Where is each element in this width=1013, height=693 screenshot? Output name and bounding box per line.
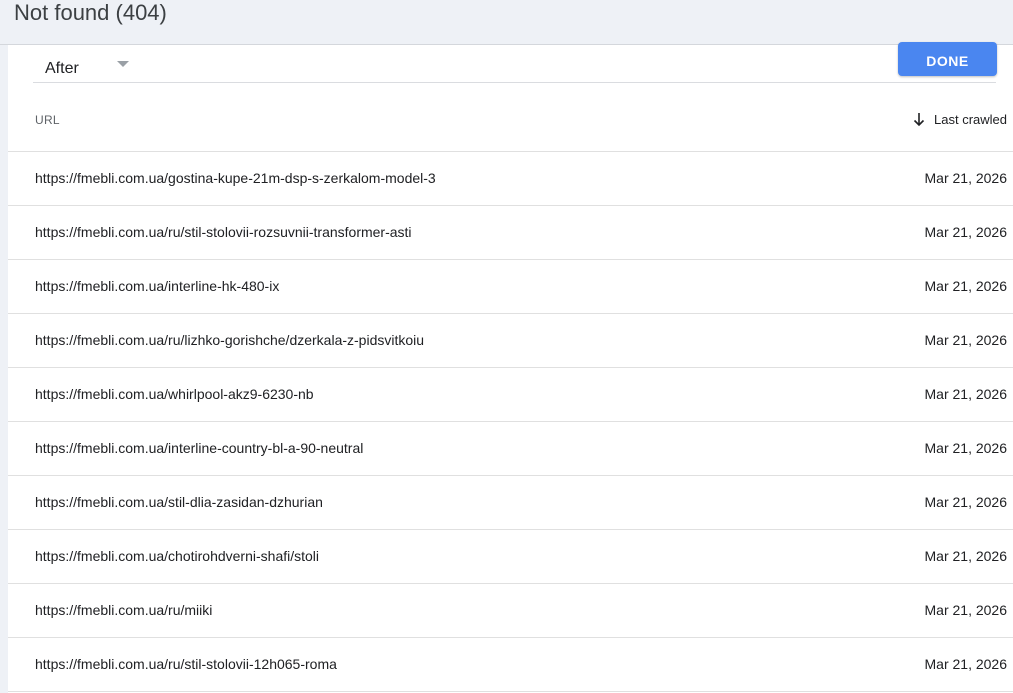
table-row[interactable]: https://fmebli.com.ua/interline-country-… bbox=[8, 422, 1013, 476]
done-button[interactable]: DONE bbox=[898, 42, 997, 76]
table-row[interactable]: https://fmebli.com.ua/ru/lizhko-gorishch… bbox=[8, 314, 1013, 368]
row-url: https://fmebli.com.ua/ru/miiki bbox=[35, 602, 213, 618]
row-last-crawled: Mar 21, 2026 bbox=[924, 494, 1008, 510]
row-url: https://fmebli.com.ua/interline-country-… bbox=[35, 440, 364, 456]
table-row[interactable]: https://fmebli.com.ua/gostina-kupe-21m-d… bbox=[8, 152, 1013, 206]
table-row[interactable]: https://fmebli.com.ua/ru/stil-stolovii-r… bbox=[8, 206, 1013, 260]
filter-underline bbox=[33, 82, 996, 83]
date-filter-value: After bbox=[45, 60, 79, 77]
table-row[interactable]: https://fmebli.com.ua/whirlpool-akz9-623… bbox=[8, 368, 1013, 422]
row-url: https://fmebli.com.ua/ru/lizhko-gorishch… bbox=[35, 332, 425, 348]
date-filter-select[interactable]: After bbox=[45, 58, 79, 80]
row-last-crawled: Mar 21, 2026 bbox=[924, 278, 1008, 294]
row-last-crawled: Mar 21, 2026 bbox=[924, 548, 1008, 564]
dropdown-arrow-icon[interactable] bbox=[117, 61, 129, 67]
row-url: https://fmebli.com.ua/ru/stil-stolovii-1… bbox=[35, 656, 337, 672]
table-row[interactable]: https://fmebli.com.ua/ru/stil-stolovii-1… bbox=[8, 638, 1013, 692]
row-url: https://fmebli.com.ua/stil-dlia-zasidan-… bbox=[35, 494, 323, 510]
table-row[interactable]: https://fmebli.com.ua/ru/miiki Mar 21, 2… bbox=[8, 584, 1013, 638]
row-last-crawled: Mar 21, 2026 bbox=[924, 332, 1008, 348]
table-row[interactable]: https://fmebli.com.ua/stil-dlia-zasidan-… bbox=[8, 476, 1013, 530]
row-last-crawled: Mar 21, 2026 bbox=[924, 224, 1008, 240]
row-last-crawled: Mar 21, 2026 bbox=[924, 656, 1008, 672]
row-url: https://fmebli.com.ua/ru/stil-stolovii-r… bbox=[35, 224, 412, 240]
table-row[interactable]: https://fmebli.com.ua/interline-hk-480-i… bbox=[8, 260, 1013, 314]
url-table-body: https://fmebli.com.ua/gostina-kupe-21m-d… bbox=[8, 152, 1013, 692]
row-last-crawled: Mar 21, 2026 bbox=[924, 602, 1008, 618]
arrow-down-icon bbox=[913, 113, 925, 127]
column-header-last-crawled[interactable]: Last crawled bbox=[912, 111, 1007, 127]
row-last-crawled: Mar 21, 2026 bbox=[924, 386, 1008, 402]
page-title: Not found (404) bbox=[14, 0, 167, 25]
column-header-last-crawled-label: Last crawled bbox=[934, 111, 1007, 127]
row-url: https://fmebli.com.ua/gostina-kupe-21m-d… bbox=[35, 170, 436, 186]
row-url: https://fmebli.com.ua/whirlpool-akz9-623… bbox=[35, 386, 314, 402]
row-last-crawled: Mar 21, 2026 bbox=[924, 170, 1008, 186]
row-last-crawled: Mar 21, 2026 bbox=[924, 440, 1008, 456]
row-url: https://fmebli.com.ua/interline-hk-480-i… bbox=[35, 278, 280, 294]
page-header: Not found (404) bbox=[0, 0, 1013, 45]
table-row[interactable]: https://fmebli.com.ua/chotirohdverni-sha… bbox=[8, 530, 1013, 584]
column-header-url: URL bbox=[35, 113, 60, 127]
row-url: https://fmebli.com.ua/chotirohdverni-sha… bbox=[35, 548, 320, 564]
